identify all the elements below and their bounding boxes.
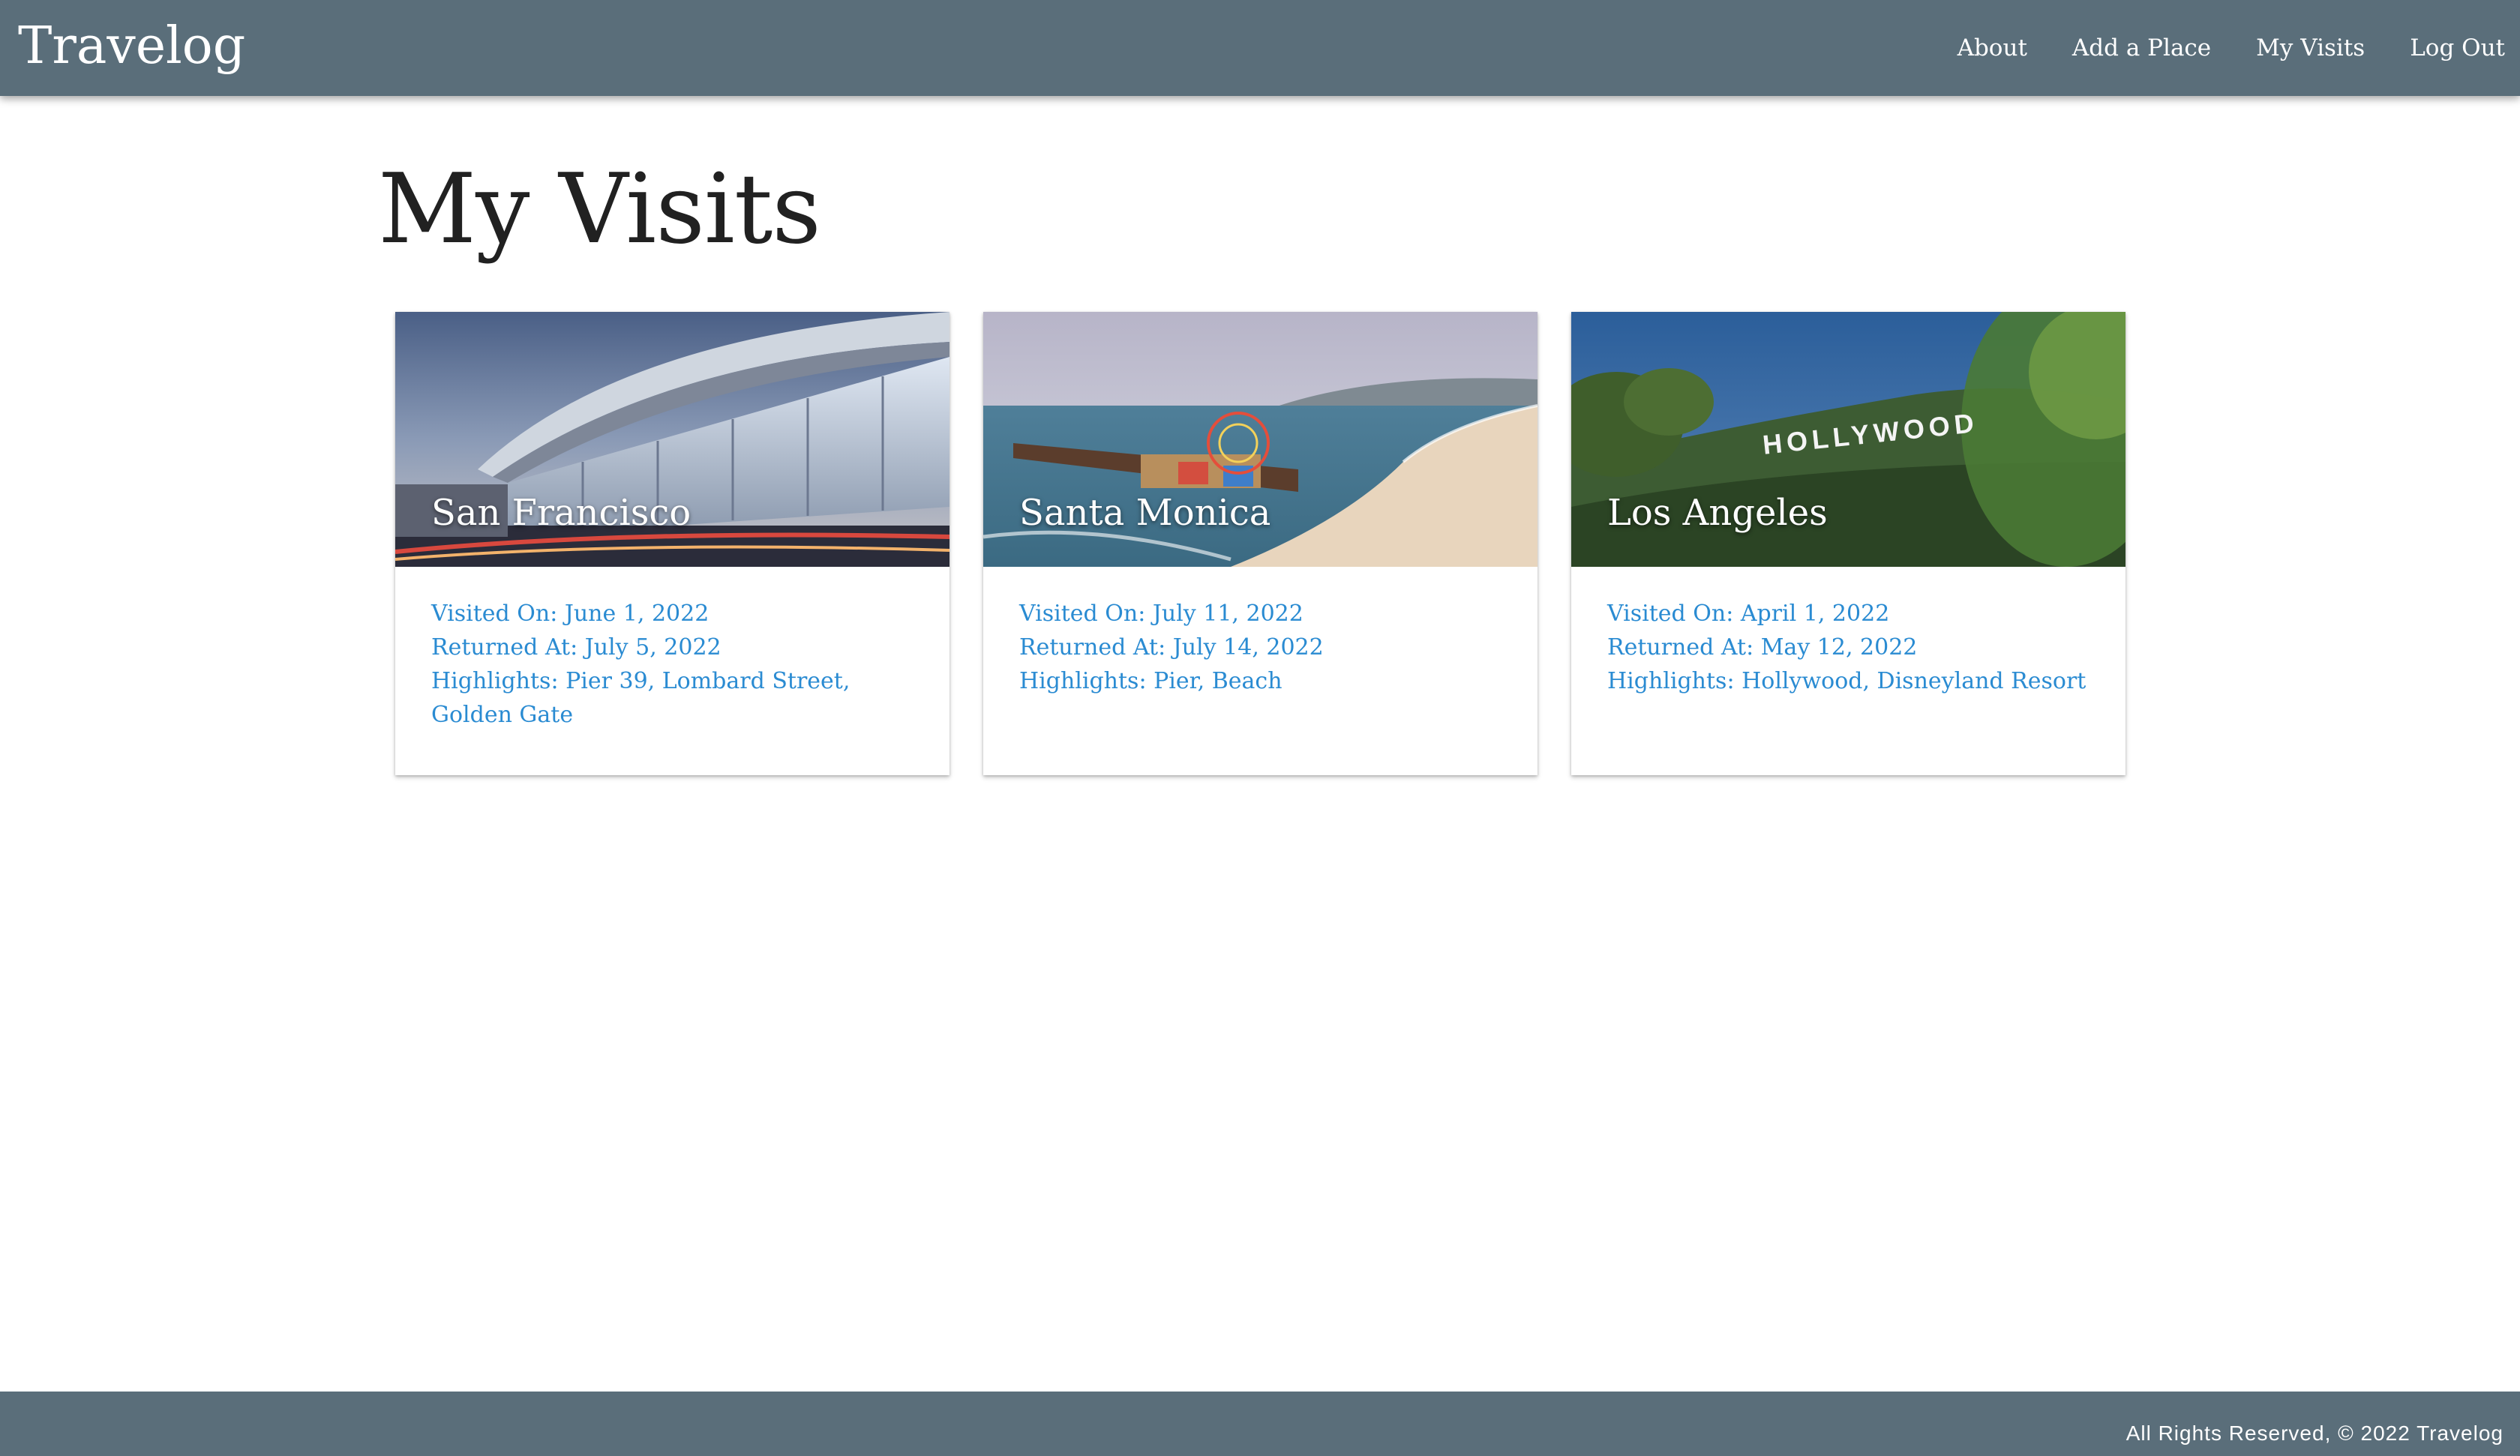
card-title: Santa Monica bbox=[1019, 492, 1271, 534]
footer: All Rights Reserved, © 2022 Travelog bbox=[0, 1392, 2520, 1456]
card-content: Visited On: July 11, 2022 Returned At: J… bbox=[1019, 597, 1502, 698]
visited-on: Visited On: July 11, 2022 bbox=[1019, 601, 1304, 627]
card-content: Visited On: June 1, 2022 Returned At: Ju… bbox=[431, 597, 914, 732]
returned-at: Returned At: May 12, 2022 bbox=[1607, 634, 1918, 661]
nav-links: About Add a Place My Visits Log Out bbox=[1912, 0, 2505, 96]
visit-card-san-francisco[interactable]: San Francisco Visited On: June 1, 2022 R… bbox=[395, 312, 950, 775]
returned-at: Returned At: July 14, 2022 bbox=[1019, 634, 1324, 661]
nav-link-add-place[interactable]: Add a Place bbox=[2072, 34, 2211, 61]
card-title: Los Angeles bbox=[1607, 492, 1828, 534]
highlights: Highlights: Pier 39, Lombard Street, Gol… bbox=[431, 668, 850, 728]
brand-logo-link[interactable]: Travelog bbox=[18, 15, 245, 78]
nav-link-log-out[interactable]: Log Out bbox=[2410, 34, 2505, 61]
returned-at: Returned At: July 5, 2022 bbox=[431, 634, 722, 661]
visit-card-los-angeles[interactable]: HOLLYWOOD Los Angeles Visited On: April … bbox=[1571, 312, 2126, 775]
nav-link-my-visits[interactable]: My Visits bbox=[2256, 34, 2365, 61]
highlights: Highlights: Hollywood, Disneyland Resort bbox=[1607, 668, 2086, 694]
visited-on: Visited On: April 1, 2022 bbox=[1607, 601, 1890, 627]
visited-on: Visited On: June 1, 2022 bbox=[431, 601, 710, 627]
navbar: Travelog About Add a Place My Visits Log… bbox=[0, 0, 2520, 96]
card-title: San Francisco bbox=[431, 492, 692, 534]
footer-copyright: All Rights Reserved, © 2022 Travelog bbox=[2126, 1422, 2504, 1445]
nav-link-about[interactable]: About bbox=[1958, 34, 2027, 61]
page-title: My Visits bbox=[378, 154, 821, 265]
card-content: Visited On: April 1, 2022 Returned At: M… bbox=[1607, 597, 2090, 698]
highlights: Highlights: Pier, Beach bbox=[1019, 668, 1282, 694]
visit-card-santa-monica[interactable]: Santa Monica Visited On: July 11, 2022 R… bbox=[983, 312, 1538, 775]
